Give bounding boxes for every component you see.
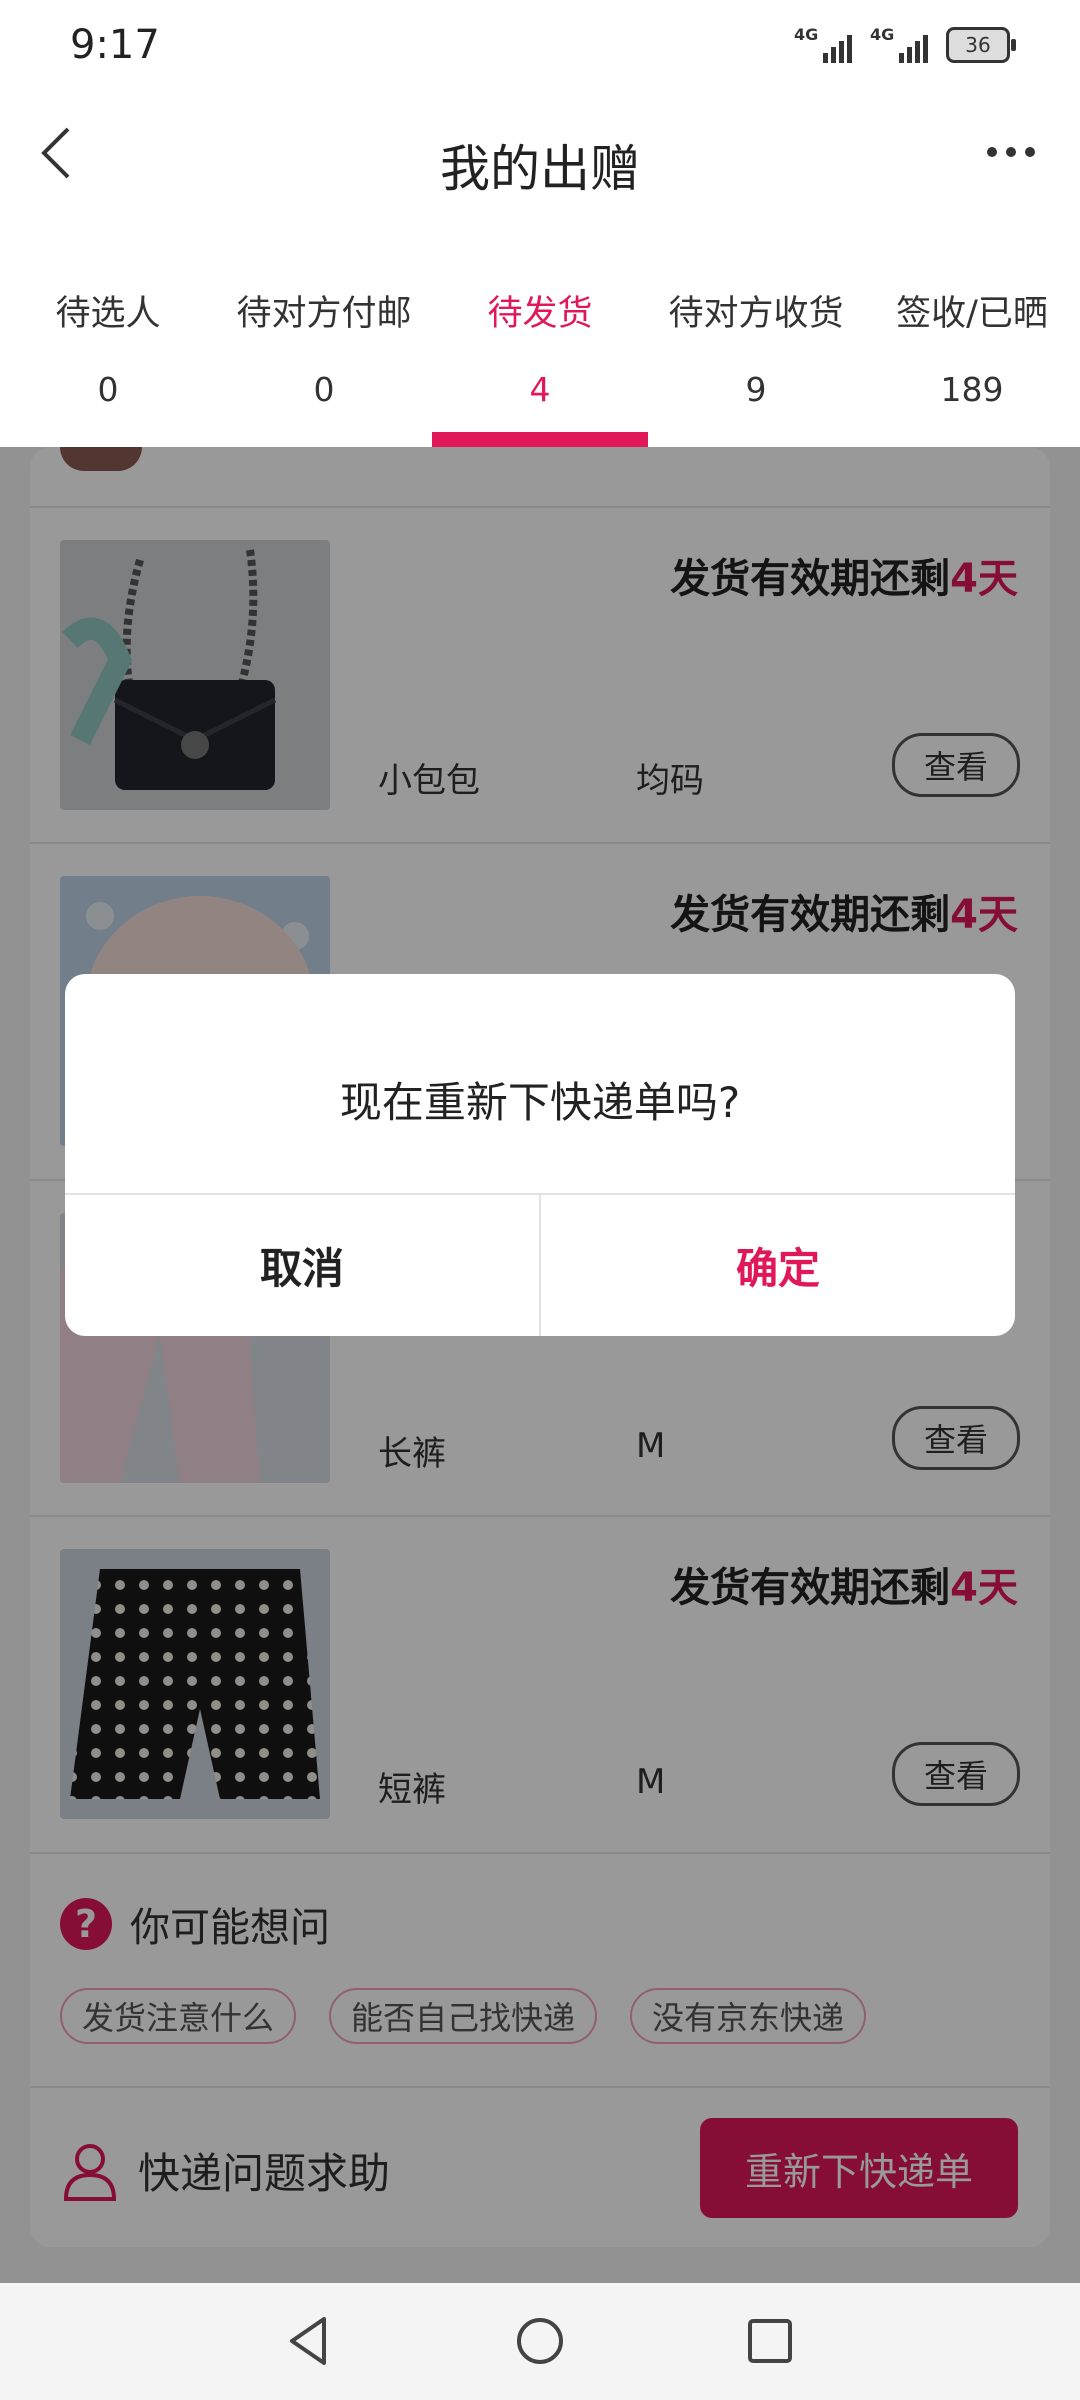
network-type: 4G [870,25,895,44]
nav-home-icon[interactable] [510,2311,570,2371]
status-bar: 9:17 4G 4G 36 [0,0,1080,95]
dialog-message: 现在重新下快递单吗? [339,1078,741,1127]
more-dots-icon[interactable] [987,147,1035,157]
status-icons: 4G 4G 36 [794,25,1016,65]
battery-level: 36 [965,33,991,57]
network-type: 4G [794,25,819,44]
tab-label: 待选人 [55,294,161,334]
signal-icon: 4G [870,25,928,65]
app-header: 我的出赠 [0,95,1080,225]
nav-back-icon[interactable] [280,2311,340,2371]
tab-count: 189 [940,370,1004,409]
page-title: 我的出赠 [440,140,640,198]
tab-label: 待对方收货 [668,294,844,334]
active-tab-indicator [432,432,648,447]
status-tabs: 待选人 0 待对方付邮 0 待发货 4 待对方收货 9 签收/已晒 189 [0,225,1080,447]
tab-received[interactable]: 签收/已晒 189 [864,225,1080,447]
tab-count: 0 [97,370,119,409]
tab-pending-receipt[interactable]: 待对方收货 9 [648,225,864,447]
confirm-dialog: 现在重新下快递单吗? 取消 确定 [65,974,1015,1336]
tab-pending-ship[interactable]: 待发货 4 [432,225,648,447]
tab-label: 签收/已晒 [896,294,1048,334]
system-nav-bar [0,2283,1080,2400]
nav-recents-icon[interactable] [740,2311,800,2371]
tab-count: 4 [529,370,551,409]
tab-label: 待对方付邮 [236,294,412,334]
confirm-button[interactable]: 确定 [541,1195,1015,1336]
tab-pending-select[interactable]: 待选人 0 [0,225,216,447]
modal-overlay[interactable] [0,447,1080,2283]
tab-count: 0 [313,370,335,409]
tab-label: 待发货 [487,294,593,334]
signal-icon: 4G [794,25,852,65]
tab-pending-payment[interactable]: 待对方付邮 0 [216,225,432,447]
status-time: 9:17 [70,22,160,68]
battery-icon: 36 [946,27,1016,63]
cancel-button[interactable]: 取消 [65,1195,539,1336]
tab-count: 9 [745,370,767,409]
